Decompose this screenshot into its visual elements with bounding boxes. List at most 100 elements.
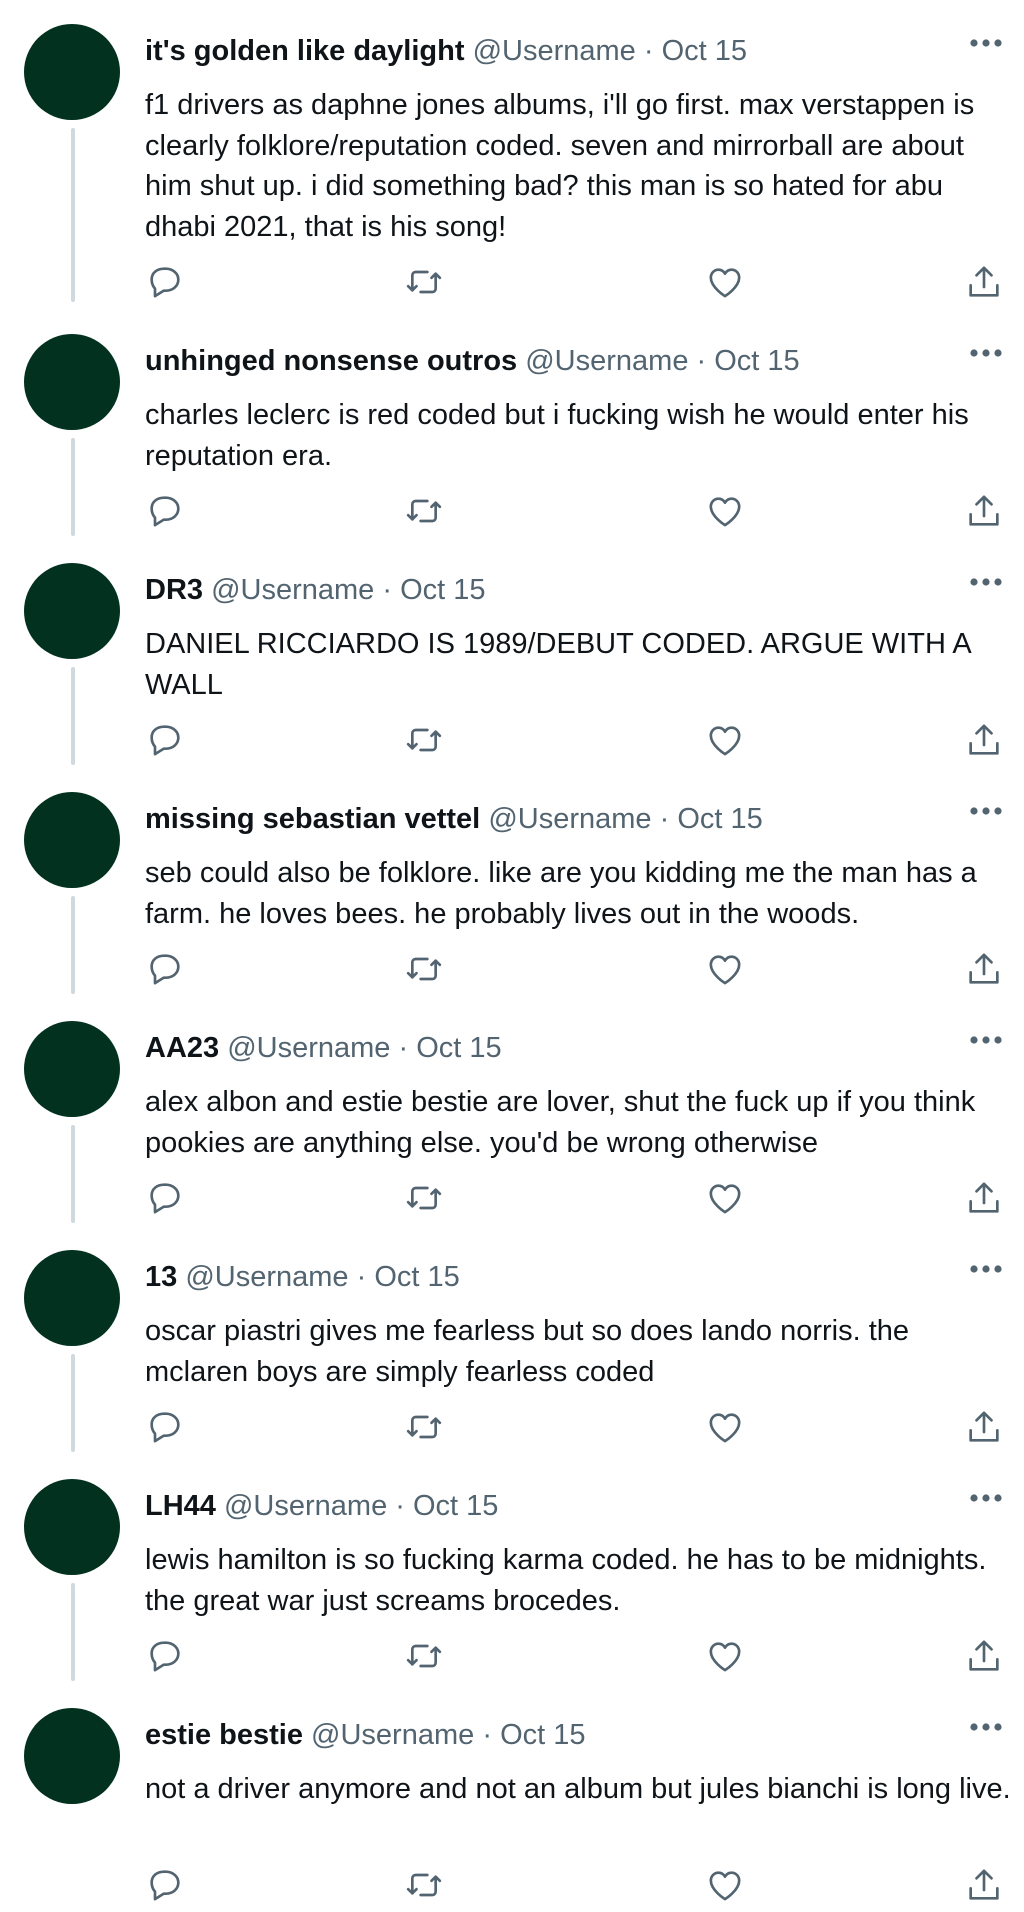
- username-handle[interactable]: @Username: [211, 574, 374, 606]
- tweet-header: DR3 @Username · Oct 15: [145, 570, 964, 610]
- reply-icon[interactable]: [145, 1407, 185, 1447]
- avatar[interactable]: [24, 1479, 120, 1575]
- retweet-icon[interactable]: [404, 1865, 444, 1905]
- tweet-actions: [0, 1636, 1024, 1676]
- tweet-header: 13 @Username · Oct 15: [145, 1257, 964, 1297]
- retweet-icon[interactable]: [404, 949, 444, 989]
- tweet[interactable]: AA23 @Username · Oct 15 alex albon and e…: [0, 997, 1024, 1226]
- retweet-icon[interactable]: [404, 1407, 444, 1447]
- display-name[interactable]: LH44: [145, 1490, 216, 1522]
- username-handle[interactable]: @Username: [227, 1032, 390, 1064]
- reply-icon[interactable]: [145, 1865, 185, 1905]
- avatar[interactable]: [24, 792, 120, 888]
- more-options-icon[interactable]: [966, 798, 1006, 824]
- timestamp[interactable]: Oct 15: [662, 35, 747, 67]
- username-handle[interactable]: @Username: [311, 1719, 474, 1751]
- heart-icon[interactable]: [705, 949, 745, 989]
- heart-icon[interactable]: [705, 720, 745, 760]
- timestamp[interactable]: Oct 15: [416, 1032, 501, 1064]
- timestamp[interactable]: Oct 15: [400, 574, 485, 606]
- share-icon[interactable]: [964, 1178, 1004, 1218]
- tweet-actions: [0, 491, 1024, 531]
- tweet-thread: it's golden like daylight @Username · Oc…: [0, 0, 1024, 1912]
- retweet-icon[interactable]: [404, 720, 444, 760]
- reply-icon[interactable]: [145, 262, 185, 302]
- username-handle[interactable]: @Username: [473, 35, 636, 67]
- heart-icon[interactable]: [705, 1636, 745, 1676]
- username-handle[interactable]: @Username: [488, 803, 651, 835]
- timestamp[interactable]: Oct 15: [500, 1719, 585, 1751]
- tweet-text: lewis hamilton is so fucking karma coded…: [145, 1544, 987, 1617]
- avatar[interactable]: [24, 563, 120, 659]
- share-icon[interactable]: [964, 720, 1004, 760]
- separator-dot: ·: [643, 35, 654, 67]
- heart-icon[interactable]: [705, 1407, 745, 1447]
- heart-icon[interactable]: [705, 1178, 745, 1218]
- share-icon[interactable]: [964, 262, 1004, 302]
- tweet-actions: [0, 1865, 1024, 1905]
- display-name[interactable]: 13: [145, 1261, 177, 1293]
- tweet-text: not a driver anymore and not an album bu…: [145, 1773, 1011, 1805]
- username-handle[interactable]: @Username: [224, 1490, 387, 1522]
- share-icon[interactable]: [964, 1865, 1004, 1905]
- share-icon[interactable]: [964, 1636, 1004, 1676]
- display-name[interactable]: estie bestie: [145, 1719, 303, 1751]
- more-options-icon[interactable]: [966, 569, 1006, 595]
- tweet[interactable]: unhinged nonsense outros @Username · Oct…: [0, 310, 1024, 539]
- reply-icon[interactable]: [145, 1636, 185, 1676]
- timestamp[interactable]: Oct 15: [677, 803, 762, 835]
- separator-dot: ·: [395, 1490, 405, 1522]
- tweet-text: oscar piastri gives me fearless but so d…: [145, 1315, 910, 1388]
- tweet[interactable]: estie bestie @Username · Oct 15 not a dr…: [0, 1684, 1024, 1912]
- more-options-icon[interactable]: [966, 1256, 1006, 1282]
- separator-dot: ·: [398, 1032, 409, 1064]
- retweet-icon[interactable]: [404, 262, 444, 302]
- tweet-header: LH44 @Username · Oct 15: [145, 1486, 964, 1526]
- tweet-header: it's golden like daylight @Username · Oc…: [145, 31, 964, 71]
- tweet-header: AA23 @Username · Oct 15: [145, 1028, 964, 1068]
- retweet-icon[interactable]: [404, 491, 444, 531]
- avatar[interactable]: [24, 1708, 120, 1804]
- heart-icon[interactable]: [705, 491, 745, 531]
- display-name[interactable]: missing sebastian vettel: [145, 803, 480, 835]
- retweet-icon[interactable]: [404, 1178, 444, 1218]
- reply-icon[interactable]: [145, 1178, 185, 1218]
- display-name[interactable]: AA23: [145, 1032, 219, 1064]
- avatar[interactable]: [24, 334, 120, 430]
- tweet[interactable]: it's golden like daylight @Username · Oc…: [0, 0, 1024, 310]
- more-options-icon[interactable]: [966, 1027, 1006, 1053]
- tweet-text: f1 drivers as daphne jones albums, i'll …: [145, 89, 975, 243]
- tweet[interactable]: missing sebastian vettel @Username · Oct…: [0, 768, 1024, 997]
- tweet-header: estie bestie @Username · Oct 15: [145, 1715, 964, 1755]
- avatar[interactable]: [24, 1250, 120, 1346]
- more-options-icon[interactable]: [966, 30, 1006, 56]
- username-handle[interactable]: @Username: [185, 1261, 348, 1293]
- display-name[interactable]: DR3: [145, 574, 203, 606]
- tweet[interactable]: 13 @Username · Oct 15 oscar piastri give…: [0, 1226, 1024, 1455]
- reply-icon[interactable]: [145, 720, 185, 760]
- separator-dot: ·: [382, 574, 393, 606]
- share-icon[interactable]: [964, 491, 1004, 531]
- username-handle[interactable]: @Username: [525, 345, 688, 377]
- more-options-icon[interactable]: [966, 340, 1006, 366]
- display-name[interactable]: unhinged nonsense outros: [145, 345, 517, 377]
- more-options-icon[interactable]: [966, 1485, 1006, 1511]
- more-options-icon[interactable]: [966, 1714, 1006, 1740]
- heart-icon[interactable]: [705, 262, 745, 302]
- tweet-text: seb could also be folklore. like are you…: [145, 857, 977, 930]
- heart-icon[interactable]: [705, 1865, 745, 1905]
- tweet[interactable]: DR3 @Username · Oct 15 DANIEL RICCIARDO …: [0, 539, 1024, 768]
- reply-icon[interactable]: [145, 491, 185, 531]
- reply-icon[interactable]: [145, 949, 185, 989]
- retweet-icon[interactable]: [404, 1636, 444, 1676]
- avatar[interactable]: [24, 1021, 120, 1117]
- tweet[interactable]: LH44 @Username · Oct 15 lewis hamilton i…: [0, 1455, 1024, 1684]
- timestamp[interactable]: Oct 15: [413, 1490, 498, 1522]
- share-icon[interactable]: [964, 949, 1004, 989]
- separator-dot: ·: [696, 345, 707, 377]
- display-name[interactable]: it's golden like daylight: [145, 35, 465, 67]
- share-icon[interactable]: [964, 1407, 1004, 1447]
- timestamp[interactable]: Oct 15: [374, 1261, 459, 1293]
- timestamp[interactable]: Oct 15: [714, 345, 799, 377]
- avatar[interactable]: [24, 24, 120, 120]
